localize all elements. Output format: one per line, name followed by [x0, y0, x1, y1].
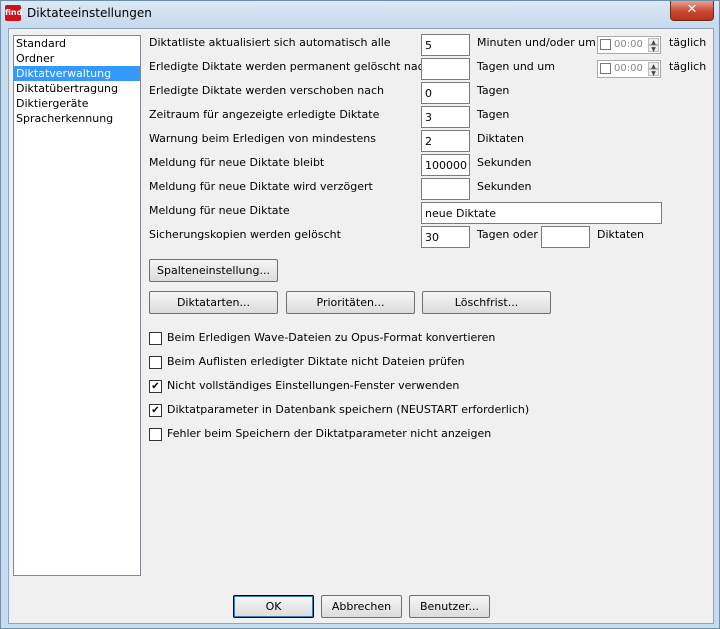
notify-stay-input[interactable]: 100000 — [421, 154, 470, 176]
delete-suffix-label: täglich — [669, 60, 707, 73]
nav-item-ordner[interactable]: Ordner — [14, 51, 140, 66]
move-unit-label: Tagen — [477, 84, 510, 97]
spin-down-icon[interactable]: ▼ — [648, 69, 659, 77]
backup-days-input[interactable]: 30 — [421, 226, 470, 248]
refresh-time-spinner[interactable]: ▲ ▼ — [648, 38, 659, 53]
app-logo-icon: find — [5, 5, 22, 21]
backup-unit2-label: Diktaten — [597, 228, 645, 241]
priorities-button[interactable]: Prioritäten... — [286, 291, 415, 314]
close-button[interactable]: ✕ — [670, 1, 714, 21]
nav-item-diktatuebertragung[interactable]: Diktatübertragung — [14, 81, 140, 96]
checkmark-icon[interactable]: ✔ — [149, 380, 162, 393]
backup-unit-label: Tagen oder — [477, 228, 538, 241]
refresh-unit-label: Minuten und/oder um — [477, 36, 596, 49]
spin-up-icon[interactable]: ▲ — [648, 62, 659, 70]
nav-item-standard[interactable]: Standard — [14, 36, 140, 51]
user-button[interactable]: Benutzer... — [409, 595, 490, 618]
dictation-types-button[interactable]: Diktatarten... — [149, 291, 278, 314]
checkbox-box[interactable] — [149, 332, 162, 345]
refresh-minutes-input[interactable]: 5 — [421, 34, 470, 56]
title-bar[interactable]: find Diktateeinstellungen ✕ — [1, 1, 719, 27]
warning-unit-label: Diktaten — [477, 132, 525, 145]
notify-stay-unit-label: Sekunden — [477, 156, 532, 169]
delete-time-value: 00:00 — [614, 63, 643, 74]
delete-time-spinner[interactable]: ▲ ▼ — [648, 62, 659, 77]
period-unit-label: Tagen — [477, 108, 510, 121]
cancel-button[interactable]: Abbrechen — [321, 595, 402, 618]
nav-item-diktiergeraete[interactable]: Diktiergeräte — [14, 96, 140, 111]
notify-delay-input[interactable] — [421, 178, 470, 200]
nav-item-spracherkennung[interactable]: Spracherkennung — [14, 111, 140, 126]
refresh-label: Diktatliste aktualisiert sich automatisc… — [149, 36, 391, 49]
ok-button[interactable]: OK — [233, 595, 314, 618]
refresh-time-checkbox[interactable] — [600, 39, 611, 50]
delete-unit-label: Tagen und um — [477, 60, 555, 73]
refresh-time-picker[interactable]: 00:00 ▲ ▼ — [597, 36, 661, 54]
checkbox-label: Beim Erledigen Wave-Dateien zu Opus-Form… — [167, 331, 496, 344]
spin-up-icon[interactable]: ▲ — [648, 38, 659, 46]
checkbox-label: Fehler beim Speichern der Diktatparamete… — [167, 427, 492, 440]
move-days-input[interactable]: 0 — [421, 82, 470, 104]
window-title: Diktateeinstellungen — [27, 6, 152, 20]
notify-stay-label: Meldung für neue Diktate bleibt — [149, 156, 325, 169]
backup-label: Sicherungskopien werden gelöscht — [149, 228, 341, 241]
nav-item-diktatverwaltung[interactable]: Diktatverwaltung — [14, 66, 140, 81]
notify-delay-unit-label: Sekunden — [477, 180, 532, 193]
dialog-client: Standard Ordner Diktatverwaltung Diktatü… — [8, 28, 714, 624]
checkbox-label: Nicht vollständiges Einstellungen-Fenste… — [167, 379, 460, 392]
checkbox-label: Beim Auflisten erledigter Diktate nicht … — [167, 355, 465, 368]
spin-down-icon[interactable]: ▼ — [648, 45, 659, 53]
category-list[interactable]: Standard Ordner Diktatverwaltung Diktatü… — [13, 35, 141, 576]
checkbox-box[interactable] — [149, 356, 162, 369]
notify-delay-label: Meldung für neue Diktate wird verzögert — [149, 180, 373, 193]
move-label: Erledigte Diktate werden verschoben nach — [149, 84, 384, 97]
delete-time-picker[interactable]: 00:00 ▲ ▼ — [597, 60, 661, 78]
delete-deadline-button[interactable]: Löschfrist... — [422, 291, 551, 314]
delete-days-input[interactable] — [421, 58, 470, 80]
notify-text-input[interactable]: neue Diktate — [421, 202, 662, 224]
refresh-suffix-label: täglich — [669, 36, 707, 49]
warning-label: Warnung beim Erledigen von mindestens — [149, 132, 376, 145]
backup-count-input[interactable] — [541, 226, 590, 248]
notify-text-label: Meldung für neue Diktate — [149, 204, 290, 217]
dialog-window: find Diktateeinstellungen ✕ Standard Ord… — [0, 0, 720, 629]
period-label: Zeitraum für angezeigte erledigte Diktat… — [149, 108, 380, 121]
warning-count-input[interactable]: 2 — [421, 130, 470, 152]
checkmark-icon[interactable]: ✔ — [149, 404, 162, 417]
checkbox-label: Diktatparameter in Datenbank speichern (… — [167, 403, 530, 416]
delete-time-checkbox[interactable] — [600, 63, 611, 74]
checkbox-box[interactable] — [149, 428, 162, 441]
period-days-input[interactable]: 3 — [421, 106, 470, 128]
delete-label: Erledigte Diktate werden permanent gelös… — [149, 60, 431, 73]
refresh-time-value: 00:00 — [614, 39, 643, 50]
column-settings-button[interactable]: Spalteneinstellung... — [149, 259, 278, 282]
